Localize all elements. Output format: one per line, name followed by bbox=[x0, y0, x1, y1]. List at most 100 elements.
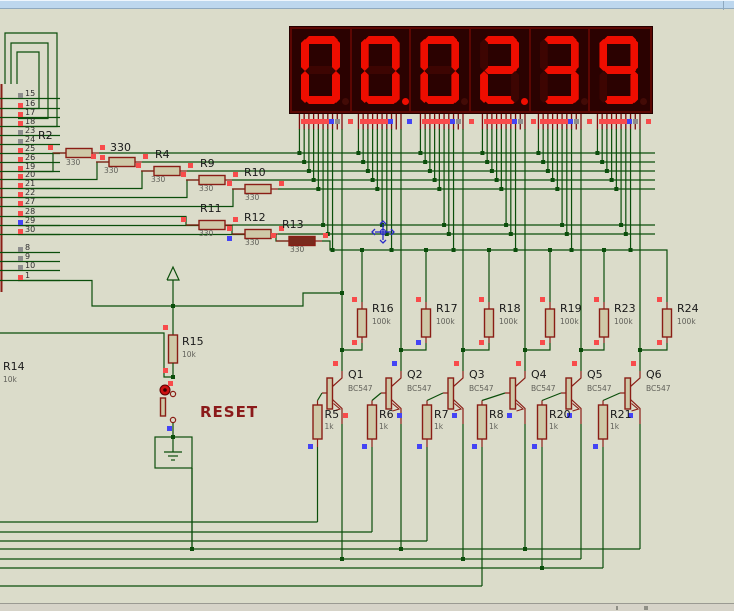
segment-f bbox=[420, 39, 429, 71]
mcu-pin-number: 21 bbox=[25, 179, 36, 188]
resistor-value-label: 100k bbox=[614, 317, 633, 326]
red-terminal-marker bbox=[333, 361, 338, 366]
mcu-pin-marker bbox=[18, 265, 23, 270]
display-pin-marker bbox=[329, 119, 334, 124]
red-terminal-marker bbox=[168, 381, 173, 386]
blue-terminal-marker bbox=[397, 413, 402, 418]
display-pin-marker bbox=[388, 119, 393, 124]
schematic-canvas[interactable]: 15 16 17 18 23 24 25 26 19 20 21 22 27 28 29 30 8 9 10 1 R2 3… bbox=[0, 0, 734, 611]
resistor-value-label: 330 bbox=[245, 193, 260, 202]
resistor-ref-label: R9 bbox=[200, 157, 215, 170]
red-terminal-marker bbox=[163, 368, 168, 373]
segment-c bbox=[630, 71, 639, 103]
blue-terminal-marker bbox=[452, 413, 457, 418]
display-pin-marker bbox=[348, 119, 353, 124]
segment-f bbox=[301, 39, 309, 71]
mcu-pin-number: 28 bbox=[25, 207, 36, 216]
seven-segment-display-bank[interactable] bbox=[288, 26, 654, 114]
segment-f bbox=[360, 39, 369, 71]
resistor-value-label: 100k bbox=[436, 317, 455, 326]
scrollbar-grip[interactable] bbox=[616, 606, 618, 610]
mcu-pin-marker bbox=[18, 121, 23, 126]
seven-seg-digit-6[interactable] bbox=[590, 29, 651, 111]
resistor-ref-label: R15 bbox=[182, 335, 204, 348]
mcu-pin-number: 15 bbox=[25, 89, 36, 98]
red-terminal-marker bbox=[352, 297, 357, 302]
red-terminal-marker bbox=[416, 297, 421, 302]
blue-terminal-marker bbox=[362, 444, 367, 449]
red-terminal-marker bbox=[233, 172, 238, 177]
scrollbar-grip[interactable] bbox=[644, 606, 648, 610]
red-terminal-marker bbox=[631, 361, 636, 366]
seven-seg-digit-2[interactable] bbox=[351, 29, 412, 111]
segment-c bbox=[451, 71, 460, 103]
segment-e bbox=[480, 71, 489, 103]
red-terminal-marker bbox=[352, 340, 357, 345]
mcu-pin-number: 8 bbox=[25, 243, 31, 252]
segment-c bbox=[332, 71, 340, 103]
blue-terminal-marker bbox=[593, 444, 598, 449]
transistor-part-label: BC547 bbox=[407, 384, 432, 393]
seven-seg-digit-1[interactable] bbox=[292, 29, 352, 111]
mcu-pin-number: 1 bbox=[25, 271, 31, 280]
mcu-pin-marker bbox=[18, 148, 23, 153]
resistor-value-label: 100k bbox=[677, 317, 696, 326]
blue-terminal-marker bbox=[507, 413, 512, 418]
segment-e bbox=[301, 71, 309, 103]
resistor-ref-label: R7 bbox=[434, 408, 449, 421]
blue-terminal-marker bbox=[167, 426, 172, 431]
red-terminal-marker bbox=[100, 155, 105, 160]
mcu-pin-number: 25 bbox=[25, 144, 36, 153]
decimal-point bbox=[461, 98, 469, 105]
red-terminal-marker bbox=[48, 145, 53, 150]
blue-terminal-marker bbox=[472, 444, 477, 449]
mcu-pin-number: 20 bbox=[25, 170, 36, 179]
display-pin-marker bbox=[512, 119, 517, 124]
display-pin-marker bbox=[450, 119, 455, 124]
transistor-part-label: BC547 bbox=[348, 384, 373, 393]
segment-b bbox=[630, 39, 639, 71]
mcu-pin-number: 26 bbox=[25, 153, 36, 162]
seven-seg-digit-5[interactable] bbox=[530, 29, 591, 111]
decimal-point bbox=[401, 98, 409, 105]
mcu-pin-marker bbox=[18, 183, 23, 188]
horizontal-scrollbar[interactable] bbox=[0, 603, 734, 611]
segment-b bbox=[451, 39, 460, 71]
red-terminal-marker bbox=[657, 297, 662, 302]
segment-e bbox=[420, 71, 429, 103]
decimal-point bbox=[580, 98, 588, 105]
reset-label: RESET bbox=[200, 403, 259, 421]
red-terminal-marker bbox=[594, 297, 599, 302]
blue-terminal-marker bbox=[416, 340, 421, 345]
resistor-value-label: 1k bbox=[610, 422, 620, 431]
red-terminal-marker bbox=[323, 233, 328, 238]
red-terminal-marker bbox=[479, 297, 484, 302]
segment-b bbox=[332, 39, 340, 71]
mcu-pin-number: 22 bbox=[25, 188, 36, 197]
resistor-ref-label: R11 bbox=[200, 202, 222, 215]
red-terminal-marker bbox=[188, 163, 193, 168]
red-terminal-marker bbox=[540, 340, 545, 345]
decimal-point bbox=[342, 98, 349, 105]
seven-seg-digit-4[interactable] bbox=[471, 29, 531, 111]
segment-b bbox=[391, 39, 400, 71]
mcu-pin-marker bbox=[18, 103, 23, 108]
resistor-value-label: 100k bbox=[372, 317, 391, 326]
segment-e bbox=[599, 71, 608, 103]
mcu-pin-number: 9 bbox=[25, 252, 31, 261]
resistor-ref-label: R21 bbox=[610, 408, 632, 421]
mcu-pin-marker bbox=[18, 192, 23, 197]
mcu-pin-marker bbox=[18, 201, 23, 206]
resistor-ref-label: R5 bbox=[324, 408, 340, 421]
display-pin-marker bbox=[627, 119, 632, 124]
seven-seg-digit-3[interactable] bbox=[411, 29, 472, 111]
resistor-ref-label: R10 bbox=[244, 166, 266, 179]
segment-f bbox=[539, 39, 548, 71]
resistor-ref-label: R23 bbox=[614, 302, 636, 315]
resistor-ref-label: R8 bbox=[489, 408, 504, 421]
transistor-ref-label: Q5 bbox=[587, 368, 603, 381]
transistor-ref-label: Q6 bbox=[646, 368, 662, 381]
segment-c bbox=[511, 71, 520, 103]
display-pin-marker bbox=[573, 119, 579, 124]
mcu-pin-number: 10 bbox=[25, 261, 36, 270]
